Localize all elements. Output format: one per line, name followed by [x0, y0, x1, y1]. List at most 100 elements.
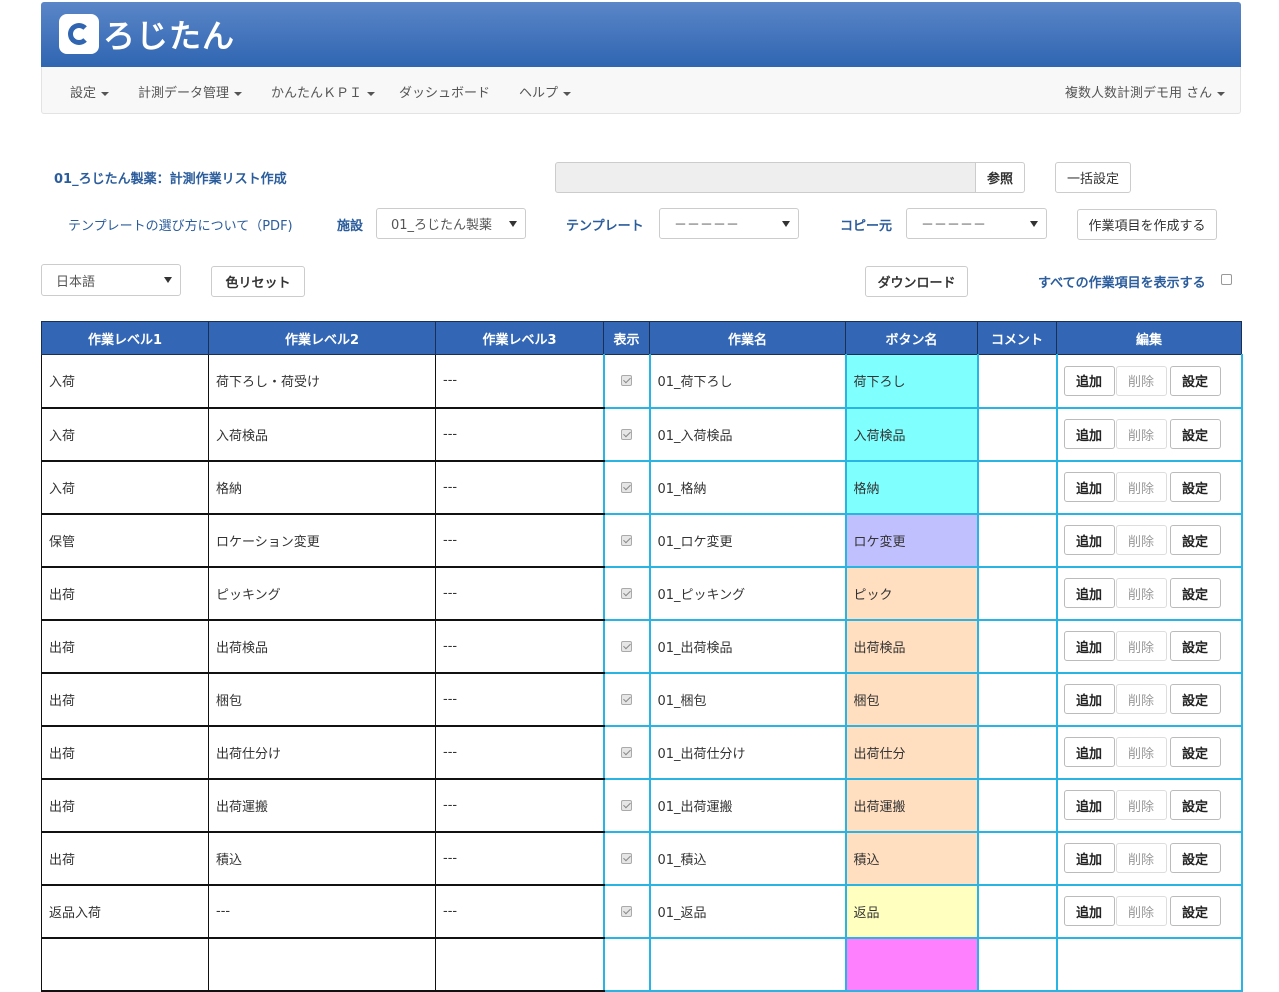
delete-row-button[interactable]: 削除 — [1115, 843, 1167, 873]
delete-row-button[interactable]: 削除 — [1115, 578, 1167, 608]
delete-row-button[interactable]: 削除 — [1115, 472, 1167, 502]
cell-button-name[interactable]: 梱包 — [844, 672, 979, 727]
nav-help-label: ヘルプ — [519, 86, 559, 101]
cell-comment[interactable] — [976, 354, 1058, 409]
add-row-button[interactable]: 追加 — [1063, 684, 1115, 714]
display-checkbox[interactable] — [621, 640, 632, 652]
cell-level1: 入荷 — [41, 460, 209, 515]
download-button[interactable]: ダウンロード — [865, 266, 968, 297]
row-settings-button[interactable]: 設定 — [1169, 684, 1221, 714]
display-checkbox[interactable] — [621, 375, 632, 387]
show-all-items-checkbox[interactable] — [1221, 274, 1232, 285]
display-checkbox[interactable] — [621, 428, 632, 440]
file-path-input[interactable] — [555, 162, 976, 193]
delete-row-button[interactable]: 削除 — [1115, 737, 1167, 767]
add-row-button[interactable]: 追加 — [1063, 843, 1115, 873]
language-select[interactable]: 日本語 — [41, 264, 181, 296]
row-settings-button[interactable]: 設定 — [1169, 472, 1221, 502]
display-checkbox[interactable] — [621, 587, 632, 599]
add-row-button[interactable]: 追加 — [1063, 578, 1115, 608]
cell-button-name[interactable]: 出荷検品 — [844, 619, 979, 674]
cell-comment[interactable] — [976, 725, 1058, 780]
chevron-down-icon — [1217, 91, 1226, 96]
nav-settings[interactable]: 設定 — [70, 82, 110, 101]
display-checkbox[interactable] — [621, 534, 632, 546]
display-checkbox[interactable] — [621, 693, 632, 705]
cell-level3: --- — [435, 513, 604, 568]
table-row: 出荷 ピッキング --- 01_ピッキング ピック 追加 削除 設定 — [41, 566, 1243, 621]
cell-comment[interactable] — [976, 937, 1058, 992]
display-checkbox[interactable] — [621, 905, 632, 917]
add-row-button[interactable]: 追加 — [1063, 419, 1115, 449]
facility-select-value: 01_ろじたん製薬 — [391, 218, 493, 233]
app-logo[interactable]: ろじたん — [59, 12, 235, 56]
cell-comment[interactable] — [976, 672, 1058, 727]
cell-comment[interactable] — [976, 831, 1058, 886]
row-settings-button[interactable]: 設定 — [1169, 578, 1221, 608]
cell-comment[interactable] — [976, 778, 1058, 833]
add-row-button[interactable]: 追加 — [1063, 631, 1115, 661]
delete-row-button[interactable]: 削除 — [1115, 419, 1167, 449]
cell-button-name[interactable]: 出荷運搬 — [844, 778, 979, 833]
row-settings-button[interactable]: 設定 — [1169, 419, 1221, 449]
row-settings-button[interactable]: 設定 — [1169, 843, 1221, 873]
cell-comment[interactable] — [976, 407, 1058, 462]
add-row-button[interactable]: 追加 — [1063, 790, 1115, 820]
display-checkbox[interactable] — [621, 746, 632, 758]
cell-button-name[interactable]: 荷下ろし — [844, 354, 979, 409]
delete-row-button[interactable]: 削除 — [1115, 631, 1167, 661]
add-row-button[interactable]: 追加 — [1063, 737, 1115, 767]
cell-edit: 追加 削除 設定 — [1055, 619, 1243, 674]
cell-button-name[interactable]: 返品 — [844, 884, 979, 939]
display-checkbox[interactable] — [621, 481, 632, 493]
cell-comment[interactable] — [976, 619, 1058, 674]
cell-button-name[interactable]: 出荷仕分 — [844, 725, 979, 780]
cell-button-name[interactable] — [844, 937, 979, 992]
add-row-button[interactable]: 追加 — [1063, 525, 1115, 555]
cell-button-name[interactable]: ピック — [844, 566, 979, 621]
cell-button-name[interactable]: 積込 — [844, 831, 979, 886]
bulk-set-button[interactable]: 一括設定 — [1055, 162, 1131, 193]
row-settings-button[interactable]: 設定 — [1169, 790, 1221, 820]
color-reset-button[interactable]: 色リセット — [211, 266, 305, 297]
add-row-button[interactable]: 追加 — [1063, 472, 1115, 502]
row-settings-button[interactable]: 設定 — [1169, 896, 1221, 926]
cell-button-name[interactable]: ロケ変更 — [844, 513, 979, 568]
delete-row-button[interactable]: 削除 — [1115, 365, 1167, 396]
nav-help[interactable]: ヘルプ — [519, 82, 572, 101]
cell-display — [602, 884, 651, 939]
cell-button-name[interactable]: 入荷検品 — [844, 407, 979, 462]
nav-dashboard[interactable]: ダッシュボード — [399, 82, 490, 101]
cell-level1: 出荷 — [41, 619, 209, 674]
facility-select[interactable]: 01_ろじたん製薬 — [376, 208, 526, 239]
template-select[interactable]: －－－－－ — [659, 208, 799, 239]
cell-comment[interactable] — [976, 513, 1058, 568]
display-checkbox[interactable] — [621, 852, 632, 864]
row-settings-button[interactable]: 設定 — [1169, 631, 1221, 661]
cell-task-name: 01_梱包 — [648, 672, 847, 727]
add-row-button[interactable]: 追加 — [1063, 896, 1115, 926]
col-header-display: 表示 — [603, 321, 650, 355]
row-settings-button[interactable]: 設定 — [1169, 365, 1221, 396]
copy-source-select[interactable]: －－－－－ — [906, 208, 1047, 239]
display-checkbox[interactable] — [621, 799, 632, 811]
cell-button-name[interactable]: 格納 — [844, 460, 979, 515]
cell-task-name: 01_入荷検品 — [648, 407, 847, 462]
delete-row-button[interactable]: 削除 — [1115, 790, 1167, 820]
create-items-button[interactable]: 作業項目を作成する — [1077, 209, 1217, 240]
row-settings-button[interactable]: 設定 — [1169, 737, 1221, 767]
browse-button[interactable]: 参照 — [975, 162, 1025, 193]
delete-row-button[interactable]: 削除 — [1115, 525, 1167, 555]
nav-kpi[interactable]: かんたんＫＰＩ — [271, 82, 376, 101]
main-navbar: 設定 計測データ管理 かんたんＫＰＩ ダッシュボード ヘルプ 複数人数計測デモ用… — [41, 67, 1241, 114]
cell-comment[interactable] — [976, 884, 1058, 939]
add-row-button[interactable]: 追加 — [1063, 365, 1115, 396]
template-guide-pdf-link[interactable]: テンプレートの選び方について（PDF) — [68, 215, 293, 234]
cell-comment[interactable] — [976, 566, 1058, 621]
row-settings-button[interactable]: 設定 — [1169, 525, 1221, 555]
delete-row-button[interactable]: 削除 — [1115, 684, 1167, 714]
nav-measurement-data[interactable]: 計測データ管理 — [138, 82, 243, 101]
delete-row-button[interactable]: 削除 — [1115, 896, 1167, 926]
nav-user-menu[interactable]: 複数人数計測デモ用 さん — [1065, 82, 1226, 101]
cell-comment[interactable] — [976, 460, 1058, 515]
